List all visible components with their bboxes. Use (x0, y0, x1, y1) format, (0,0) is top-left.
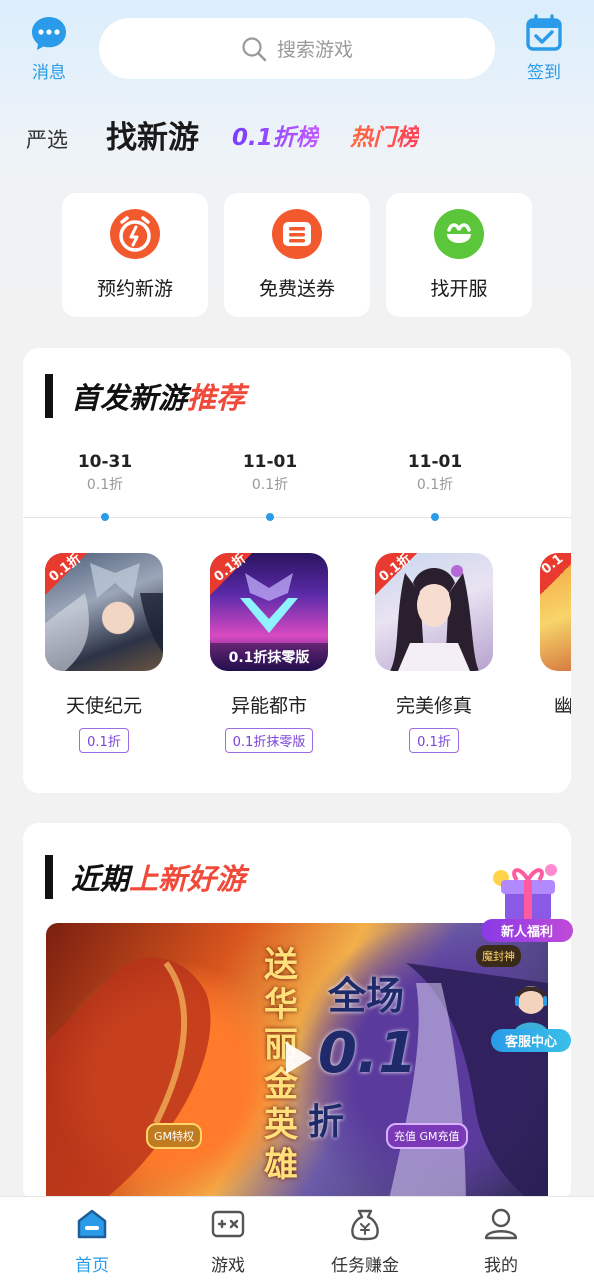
chat-bubble-icon (32, 17, 66, 50)
top-header: 消息 搜索游戏 签到 (0, 0, 594, 100)
game-name: 完美修真 (395, 695, 472, 717)
game-tag: 0.1折 (409, 728, 459, 753)
timeline-item[interactable]: 11-01 0.1折 (375, 452, 495, 521)
messages-button[interactable]: 消息 (24, 14, 74, 83)
gm-recharge-badge: 充值 GM充值 (386, 1123, 468, 1149)
game-cover: 0.1折 (45, 553, 163, 671)
banner-right-text-bottom: 折 (308, 1102, 345, 1143)
support-agent-icon (513, 986, 549, 1036)
search-icon (242, 36, 267, 61)
game-card-youlan[interactable]: 0.1 幽蓝 (529, 553, 571, 718)
nav-label: 任务赚金 (331, 1256, 399, 1276)
gift-box-icon (493, 864, 557, 922)
timeline-discount: 0.1折 (416, 477, 454, 493)
profile-icon (484, 1208, 518, 1240)
game-card-perfect-cultivation[interactable]: 0.1折 完美修真 0.1折 (364, 553, 504, 753)
quick-action-label: 找开服 (430, 278, 488, 300)
game-cover: 0.1 (540, 553, 571, 671)
tab-find-new-games[interactable]: 找新游 (106, 112, 199, 157)
category-tabs: 严选 找新游 0.1折榜 热门榜 (0, 104, 594, 164)
timeline-date: 11-01 (242, 452, 298, 472)
game-name: 天使纪元 (65, 695, 142, 717)
nav-home[interactable]: 首页 (42, 1207, 142, 1276)
find-servers-card[interactable]: 找开服 (386, 193, 532, 317)
timeline-date: 10-31 (77, 452, 133, 472)
timeline-discount: 0.1折 (86, 477, 124, 493)
cover-label: 0.1折抹零版 (228, 650, 310, 666)
messages-label: 消息 (32, 63, 66, 83)
search-bar[interactable]: 搜索游戏 (99, 18, 495, 79)
discount-corner-badge: 0.1 (540, 553, 571, 597)
game-name: 异能都市 (230, 695, 307, 717)
banner-right-text-mid: 0.1 (318, 1021, 418, 1086)
customer-service-widget[interactable]: 客服中心 (491, 978, 571, 1052)
title-bar (45, 855, 53, 899)
section-title-accent: 推荐 (187, 381, 246, 415)
service-label: 客服中心 (491, 1029, 571, 1052)
money-bag-icon (351, 1209, 379, 1241)
section-title: 首发新游 推荐 (45, 374, 245, 418)
timeline-date: 11-01 (407, 452, 463, 472)
section-title-accent: 上新好游 (129, 862, 246, 896)
discount-corner-badge: 0.1折 (210, 553, 254, 597)
gamepad-icon (211, 1210, 245, 1238)
nav-games[interactable]: 游戏 (178, 1207, 278, 1276)
game-card-super-city[interactable]: 0.1折抹零版 0.1折 异能都市 0.1折抹零版 (199, 553, 339, 753)
tab-featured[interactable]: 严选 (26, 124, 68, 154)
tab-discount-ranking[interactable]: 0.1折榜 (232, 118, 319, 152)
corner-text: 0.1 (540, 553, 567, 578)
title-bar (45, 374, 53, 418)
nav-profile[interactable]: 我的 (451, 1207, 551, 1276)
coupon-icon (272, 209, 322, 259)
game-tag: 0.1折抹零版 (224, 728, 314, 753)
search-placeholder: 搜索游戏 (276, 39, 353, 61)
server-gift-icon (434, 209, 484, 259)
corner-text: 0.1折 (211, 553, 250, 586)
timeline-dot (101, 513, 109, 521)
discount-corner-badge: 0.1折 (45, 553, 89, 597)
banner-right-text-top: 全场 (328, 974, 405, 1018)
corner-text: 0.1折 (376, 553, 415, 586)
corner-text: 0.1折 (46, 553, 85, 586)
promo-video-banner[interactable]: 送华丽金英雄 全场 0.1 折 GM特权 充值 GM充值 魔封神 (46, 923, 548, 1203)
gm-privilege-badge: GM特权 (146, 1123, 203, 1149)
section-title-main: 近期 (71, 862, 130, 896)
game-card-angel-era[interactable]: 0.1折 天使纪元 0.1折 (34, 553, 174, 753)
banner-corner-text: 魔封神 (476, 945, 521, 967)
release-timeline: 10-31 0.1折 11-01 0.1折 11-01 0.1折 (23, 452, 571, 522)
checkin-label: 签到 (527, 63, 561, 83)
new-games-section: 首发新游 推荐 10-31 0.1折 11-01 0.1折 11-01 0.1折 (23, 348, 571, 793)
timeline-dot (266, 513, 274, 521)
nav-label: 游戏 (211, 1256, 245, 1276)
checkin-button[interactable]: 签到 (519, 14, 569, 83)
home-icon (77, 1209, 107, 1239)
section-title: 近期 上新好游 (45, 855, 245, 899)
tab-hot-ranking[interactable]: 热门榜 (350, 118, 419, 152)
bottom-navigation: 首页 游戏 任务赚金 我的 (0, 1196, 594, 1280)
section-title-main: 首发新游 (71, 381, 188, 415)
nav-tasks[interactable]: 任务赚金 (315, 1207, 415, 1276)
free-coupons-card[interactable]: 免费送券 (224, 193, 370, 317)
quick-action-label: 免费送券 (258, 278, 335, 300)
timeline-dot (431, 513, 439, 521)
reserve-new-games-card[interactable]: 预约新游 (62, 193, 208, 317)
discount-corner-badge: 0.1折 (375, 553, 419, 597)
calendar-check-icon (526, 14, 562, 51)
timeline-item[interactable]: 11-01 0.1折 (210, 452, 330, 521)
game-tag: 0.1折 (79, 728, 129, 753)
timeline-item[interactable]: 10-31 0.1折 (45, 452, 165, 521)
play-icon[interactable] (278, 1038, 318, 1078)
game-cover: 0.1折抹零版 0.1折 (210, 553, 328, 671)
timeline-discount: 0.1折 (251, 477, 289, 493)
nav-label: 首页 (75, 1256, 109, 1276)
nav-label: 我的 (484, 1256, 518, 1276)
newbie-welfare-widget[interactable]: 新人福利 (481, 858, 573, 942)
quick-action-label: 预约新游 (96, 278, 173, 300)
game-cover: 0.1折 (375, 553, 493, 671)
welfare-label: 新人福利 (481, 919, 573, 942)
alarm-clock-icon (110, 209, 160, 259)
game-name: 幽蓝 (554, 695, 571, 717)
